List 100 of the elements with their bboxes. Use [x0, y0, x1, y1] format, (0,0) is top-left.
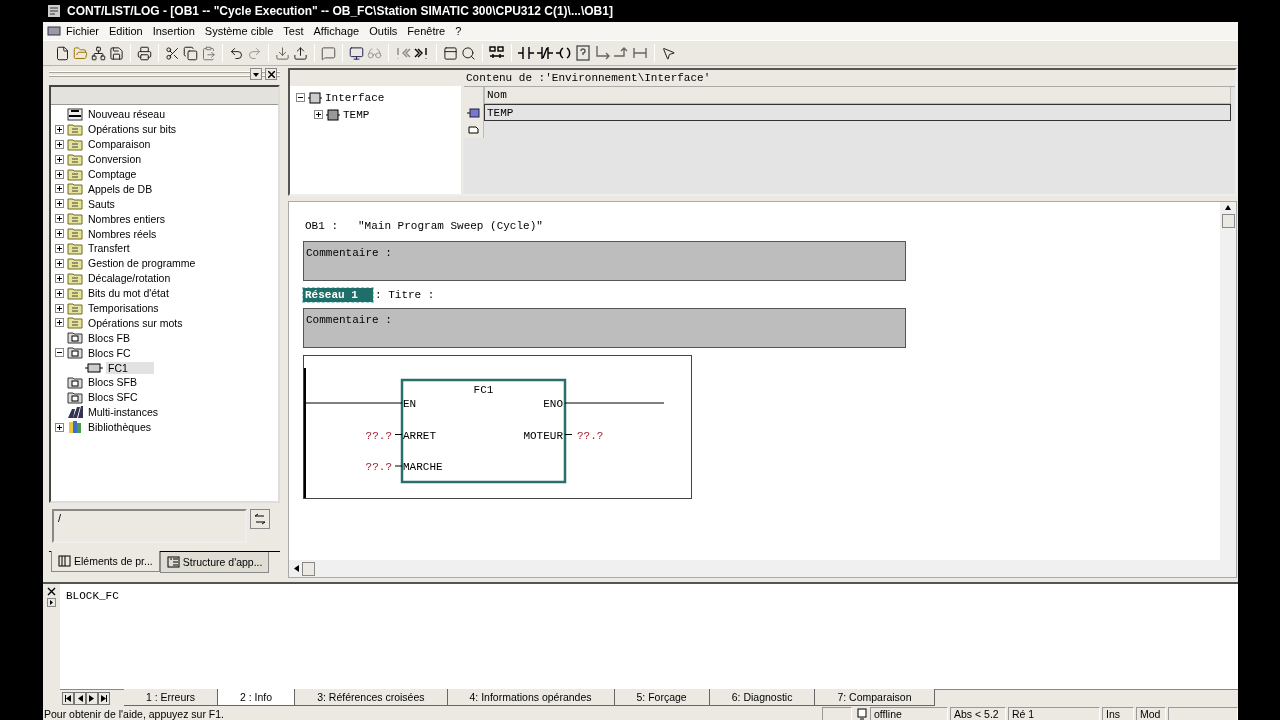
expand-icon[interactable] [55, 273, 64, 283]
tree-item[interactable]: Appels de DB [86, 182, 155, 195]
output-tab[interactable]: 1 : Erreurs [124, 689, 218, 706]
expand-arrow-icon[interactable] [47, 598, 56, 607]
expand-icon[interactable] [55, 318, 64, 328]
help-pointer-icon[interactable] [661, 45, 676, 61]
expand-icon[interactable] [55, 243, 64, 253]
operand-input[interactable]: ??.? [365, 461, 392, 473]
expand-icon[interactable] [55, 229, 64, 239]
message-icon[interactable] [321, 45, 336, 61]
empty-box-icon[interactable] [575, 45, 591, 61]
negated-contact-icon[interactable] [537, 45, 553, 61]
output-tab[interactable]: 5: Forçage [614, 689, 710, 706]
print-icon[interactable] [137, 45, 152, 61]
expand-icon[interactable] [55, 214, 64, 224]
table-cell[interactable]: TEMP [484, 104, 1231, 121]
menu-item[interactable]: Affichage [308, 25, 365, 37]
operand-input[interactable]: ??.? [577, 429, 604, 442]
cut-icon[interactable] [165, 45, 180, 61]
contact-icon[interactable] [518, 45, 534, 61]
tree-item[interactable]: Décalage/rotation [86, 272, 173, 285]
collapse-icon[interactable] [296, 93, 305, 102]
tree-item[interactable]: Temporisations [86, 302, 161, 314]
tree-item[interactable]: Multi-instances [86, 406, 161, 419]
tree-item[interactable]: FC1 [106, 361, 154, 374]
panel-tab[interactable]: Structure d'app... [159, 552, 270, 573]
output-tab[interactable]: 2 : Info [218, 689, 296, 706]
expand-icon[interactable] [55, 124, 64, 134]
comment-field[interactable]: Commentaire : [303, 241, 906, 281]
upload-icon[interactable] [293, 45, 308, 61]
expand-icon[interactable] [55, 169, 64, 179]
paste-icon[interactable] [201, 45, 216, 61]
tree-item[interactable]: Opérations sur mots [86, 316, 185, 329]
undo-icon[interactable] [229, 45, 244, 61]
tree-item[interactable]: Blocs SFC [86, 391, 140, 404]
output-tab[interactable]: 4: Informations opérandes [447, 689, 615, 706]
column-header[interactable]: Nom [484, 87, 1231, 104]
new-file-icon[interactable] [55, 45, 70, 61]
tree-item[interactable]: Nombres entiers [86, 212, 168, 225]
menu-item[interactable]: Insertion [147, 25, 200, 37]
scroll-left-icon[interactable] [293, 565, 299, 572]
horizontal-scrollbar[interactable] [289, 560, 1236, 577]
monitor-icon[interactable] [349, 45, 364, 61]
expand-icon[interactable] [55, 422, 64, 432]
overview-icon[interactable] [443, 45, 458, 61]
close-icon[interactable] [47, 587, 56, 596]
open-branch-icon[interactable] [594, 45, 610, 61]
expand-icon[interactable] [55, 303, 64, 313]
tree-item[interactable]: Opérations sur bits [86, 123, 179, 136]
tree-item[interactable]: Bits du mot d'état [86, 287, 171, 300]
tree-item[interactable]: Nombres réels [86, 227, 159, 240]
download-icon[interactable] [275, 45, 290, 61]
menu-item[interactable]: Système cible [199, 25, 279, 37]
scroll-thumb[interactable] [302, 561, 315, 576]
tree-item[interactable]: TEMP [343, 108, 370, 121]
expand-icon[interactable] [55, 184, 64, 194]
tree-item[interactable]: Interface [325, 91, 385, 104]
previous-marker-icon[interactable] [395, 45, 411, 61]
expand-icon[interactable] [55, 199, 64, 209]
comment-field[interactable]: Commentaire : [303, 308, 906, 348]
network-label[interactable]: Réseau 1 [303, 288, 373, 302]
expand-icon[interactable] [55, 154, 64, 164]
menu-item[interactable]: Test [278, 25, 309, 37]
new-network-icon[interactable] [489, 45, 505, 61]
connection-icon[interactable] [632, 45, 648, 61]
tree-item[interactable]: Sauts [86, 197, 117, 210]
detail-view-icon[interactable] [461, 45, 476, 61]
vertical-scrollbar[interactable] [1220, 202, 1236, 560]
panel-tab[interactable]: Eléments de pr... [51, 551, 160, 572]
expand-icon[interactable] [314, 110, 323, 119]
copy-icon[interactable] [183, 45, 198, 61]
output-tab[interactable]: 7: Comparaison [815, 689, 935, 706]
tree-item[interactable]: Blocs FC [86, 346, 133, 359]
menu-item[interactable]: Edition [104, 25, 148, 37]
expand-icon[interactable] [55, 139, 64, 149]
tree-item[interactable]: Gestion de programme [86, 257, 198, 270]
scroll-thumb[interactable] [1221, 214, 1235, 228]
menu-item[interactable]: Fenêtre [402, 25, 451, 37]
operand-input[interactable]: ??.? [365, 429, 392, 442]
path-field[interactable]: / [52, 509, 247, 543]
coil-icon[interactable] [556, 45, 572, 61]
collapse-icon[interactable] [55, 348, 64, 358]
tree-item[interactable]: Blocs FB [86, 331, 132, 344]
swap-button[interactable] [250, 509, 270, 529]
scroll-up-icon[interactable] [1225, 204, 1231, 211]
next-marker-icon[interactable] [414, 45, 430, 61]
menu-item[interactable]: Outils [364, 25, 403, 37]
tree-item[interactable]: Bibliothèques [86, 421, 154, 434]
document-icon[interactable] [47, 26, 61, 36]
tree-item[interactable]: Blocs SFB [86, 376, 139, 389]
output-tab[interactable]: 3: Références croisées [295, 689, 448, 706]
expand-icon[interactable] [55, 288, 64, 298]
expand-icon[interactable] [55, 258, 64, 268]
tree-item[interactable]: Comptage [86, 168, 139, 180]
network-icon[interactable] [91, 45, 106, 61]
close-icon[interactable] [265, 68, 277, 80]
tree-item[interactable]: Comparaison [86, 138, 153, 151]
tree-item[interactable]: Transfert [86, 242, 132, 255]
output-tab[interactable]: 6: Diagnostic [709, 689, 816, 706]
menu-item[interactable]: Fichier [61, 25, 104, 37]
